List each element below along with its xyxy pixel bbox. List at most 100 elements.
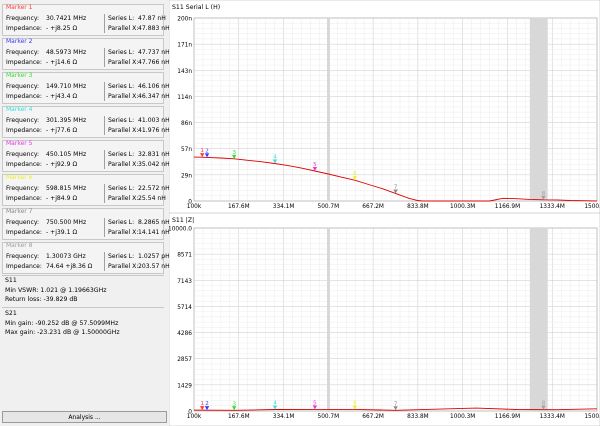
parallel-value: 35.042 nH	[138, 161, 170, 168]
y-tick-label: 29n	[181, 173, 192, 179]
column-divider	[104, 218, 105, 237]
parallel-value: 203.57 nH	[138, 263, 170, 270]
marker-box-7: Marker 7 Frequency: 750.500 MHz Impedance: -…	[2, 208, 170, 240]
impedance-label: Impedance:	[6, 229, 42, 236]
frequency-label: Frequency:	[6, 15, 40, 22]
frequency-label: Frequency:	[6, 83, 40, 90]
column-divider	[104, 184, 105, 203]
x-tick-label: 1000.3M	[450, 414, 475, 420]
parallel-label: Parallel X:	[108, 25, 139, 32]
reference-band	[529, 228, 548, 411]
marker-number-label: 6	[353, 400, 357, 406]
column-divider	[104, 116, 105, 135]
marker-box-4: Marker 4 Frequency: 301.395 MHz Impedance: -…	[2, 106, 170, 138]
x-tick-label: 1000.3M	[450, 204, 475, 210]
parallel-value: 46.347 nH	[138, 93, 170, 100]
reference-band	[327, 228, 331, 411]
charts-area: S11 Serial L (H) 200n 171n 143n 114n 86n 57n 29…	[169, 0, 600, 426]
marker-number-label: 7	[394, 401, 398, 407]
marker-number-label: 1	[200, 148, 204, 154]
parallel-row: Parallel X:35.042 nH	[108, 161, 170, 168]
frequency-row: Frequency: 301.395 MHz	[6, 117, 86, 124]
frequency-row: Frequency: 1.30073 GHz	[6, 253, 86, 260]
frequency-row: Frequency: 750.500 MHz	[6, 219, 86, 226]
marker-title: Marker 2	[6, 38, 33, 45]
impedance-label: Impedance:	[6, 263, 42, 270]
frequency-row: Frequency: 30.7421 MHz	[6, 15, 86, 22]
series-row: Series L: 1.0257 pH	[108, 253, 170, 260]
s21-title: S21	[5, 310, 17, 317]
series-row: Series L: 8.2865 nH	[108, 219, 170, 226]
series-value: 46.106 nH	[138, 83, 170, 90]
frequency-value: 30.7421 MHz	[46, 15, 87, 22]
parallel-row: Parallel X:203.57 nH	[108, 263, 170, 270]
x-tick-label: 500.7M	[318, 414, 340, 420]
impedance-value: - +j84.9 Ω	[46, 195, 78, 202]
impedance-row: Impedance: - +j77.6 Ω	[6, 127, 77, 134]
marker-number-label: 6	[353, 171, 357, 177]
s11-min-vswr: Min VSWR: 1.021 @ 1.19663GHz	[5, 287, 107, 294]
x-tick-label: 167.6M	[228, 204, 250, 210]
impedance-label: Impedance:	[6, 59, 42, 66]
frequency-label: Frequency:	[6, 253, 40, 260]
column-divider	[104, 150, 105, 169]
y-tick-label: 114n	[177, 95, 192, 101]
x-tick-label: 1333.4M	[540, 204, 565, 210]
parallel-row: Parallel X:14.141 nH	[108, 229, 170, 236]
parallel-label: Parallel X:	[108, 59, 139, 66]
frequency-value: 1.30073 GHz	[46, 253, 86, 260]
series-row: Series L: 41.003 nH	[108, 117, 170, 124]
column-divider	[104, 82, 105, 101]
frequency-label: Frequency:	[6, 117, 40, 124]
x-tick-label: 1166.9M	[495, 414, 520, 420]
parallel-value: 47.766 nH	[138, 59, 170, 66]
frequency-label: Frequency:	[6, 151, 40, 158]
impedance-row: Impedance: 74.64 +j8.36 Ω	[6, 263, 92, 270]
x-tick-label: 1500.0M	[584, 414, 600, 420]
y-tick-label: 200n	[177, 17, 192, 23]
frequency-label: Frequency:	[6, 219, 40, 226]
frequency-row: Frequency: 48.5973 MHz	[6, 49, 86, 56]
marker-panel: Marker 1 Frequency: 30.7421 MHz Impedance: -…	[0, 0, 170, 426]
x-tick-label: 1500.0M	[584, 204, 600, 210]
series-row: Series L: 22.572 nH	[108, 185, 170, 192]
series-label: Series L:	[108, 49, 135, 56]
marker-box-5: Marker 5 Frequency: 450.105 MHz Impedance: -…	[2, 140, 170, 172]
marker-number-label: 8	[542, 191, 546, 197]
series-value: 8.2865 nH	[138, 219, 170, 226]
x-tick-label: 334.1M	[273, 204, 295, 210]
x-tick-label: 100k	[187, 204, 202, 210]
s11-title: S11	[5, 277, 17, 284]
parallel-label: Parallel X:	[108, 195, 139, 202]
impedance-value: - +j43.4 Ω	[46, 93, 78, 100]
parallel-value: 41.976 nH	[138, 127, 170, 134]
series-row: Series L: 46.106 nH	[108, 83, 170, 90]
frequency-row: Frequency: 149.710 MHz	[6, 83, 86, 90]
parallel-row: Parallel X:25.54 nH	[108, 195, 166, 202]
analysis-button[interactable]: Analysis ...	[2, 411, 167, 423]
y-tick-label: 10000.0	[169, 227, 192, 233]
parallel-label: Parallel X:	[108, 127, 139, 134]
impedance-row: Impedance: - +j39.1 Ω	[6, 229, 77, 236]
y-tick-label: 7143	[177, 279, 192, 285]
frequency-value: 149.710 MHz	[46, 83, 87, 90]
parallel-row: Parallel X:46.347 nH	[108, 93, 170, 100]
series-value: 41.003 nH	[138, 117, 170, 124]
frequency-value: 598.815 MHz	[46, 185, 87, 192]
impedance-row: Impedance: - +j43.4 Ω	[6, 93, 77, 100]
marker-title: Marker 5	[6, 140, 33, 147]
y-tick-label: 171n	[177, 43, 192, 49]
y-tick-label: 86n	[181, 121, 192, 127]
x-tick-label: 1166.9M	[495, 204, 520, 210]
s21-max-gain: Max gain: -23.231 dB @ 1.50000GHz	[5, 329, 120, 336]
marker-number-label: 8	[542, 401, 546, 407]
impedance-value: 74.64 +j8.36 Ω	[46, 263, 93, 270]
frequency-row: Frequency: 450.105 MHz	[6, 151, 86, 158]
impedance-label: Impedance:	[6, 161, 42, 168]
series-label: Series L:	[108, 151, 135, 158]
impedance-label: Impedance:	[6, 127, 42, 134]
frequency-row: Frequency: 598.815 MHz	[6, 185, 86, 192]
y-tick-label: 4286	[177, 331, 192, 337]
column-divider	[104, 48, 105, 67]
reference-band	[529, 18, 548, 201]
